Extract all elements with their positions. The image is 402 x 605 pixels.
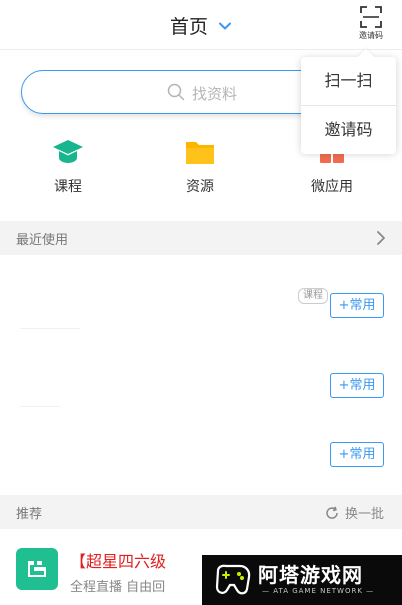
list-item[interactable]: 课程 +常用	[0, 265, 402, 335]
refresh-button[interactable]: 换一批	[325, 503, 384, 522]
divider	[20, 328, 80, 329]
quick-entry-resources[interactable]: 资源	[155, 138, 245, 196]
watermark-text: 阿塔游戏网	[258, 563, 363, 587]
divider	[20, 406, 60, 407]
list-item[interactable]: +常用	[0, 412, 402, 482]
search-placeholder: 找资料	[192, 85, 238, 103]
quick-entry-label: 课程	[54, 179, 82, 195]
chevron-down-icon	[219, 22, 232, 30]
recent-section-title: 最近使用	[16, 233, 69, 248]
gamepad-logo-icon	[215, 564, 251, 595]
refresh-label: 换一批	[344, 507, 384, 522]
watermark-subtext: — ATA GAME NETWORK —	[262, 587, 375, 595]
logo-icon	[28, 561, 46, 577]
menu-item-scan[interactable]: 扫一扫	[301, 57, 396, 105]
chevron-right-icon	[377, 231, 385, 245]
app-logo	[16, 548, 58, 590]
quick-entry-label: 微应用	[311, 179, 353, 195]
invite-code-caption: 邀请码	[359, 31, 383, 40]
menu-item-invite-code[interactable]: 邀请码	[301, 106, 396, 154]
popup-menu: 扫一扫 邀请码	[301, 57, 396, 154]
folder-icon	[186, 142, 214, 164]
recommend-section-header: 推荐 换一批	[0, 495, 402, 529]
recommend-section-title: 推荐	[16, 507, 43, 522]
recommend-item-title: 【超星四六级	[70, 552, 167, 571]
page-title: 首页	[169, 16, 208, 38]
scan-icon	[360, 6, 382, 28]
add-favorite-button[interactable]: +常用	[330, 293, 384, 318]
quick-entry-label: 资源	[186, 179, 214, 195]
search-icon	[167, 83, 185, 101]
page-title-switcher[interactable]: 首页	[0, 12, 402, 39]
add-favorite-button[interactable]: +常用	[330, 442, 384, 467]
course-tag: 课程	[298, 288, 328, 304]
recent-section-header[interactable]: 最近使用	[0, 221, 402, 255]
list-item[interactable]: +常用	[0, 340, 402, 410]
refresh-icon	[326, 506, 338, 519]
quick-entry-course[interactable]: 课程	[23, 138, 113, 196]
watermark: 阿塔游戏网 — ATA GAME NETWORK —	[202, 555, 402, 605]
add-favorite-button[interactable]: +常用	[330, 373, 384, 398]
invite-code-button[interactable]: 邀请码	[354, 6, 388, 46]
top-header: 首页 邀请码	[0, 0, 402, 50]
graduation-cap-icon	[53, 140, 83, 163]
recommend-item-subtitle: 全程直播 自由回	[70, 580, 166, 595]
